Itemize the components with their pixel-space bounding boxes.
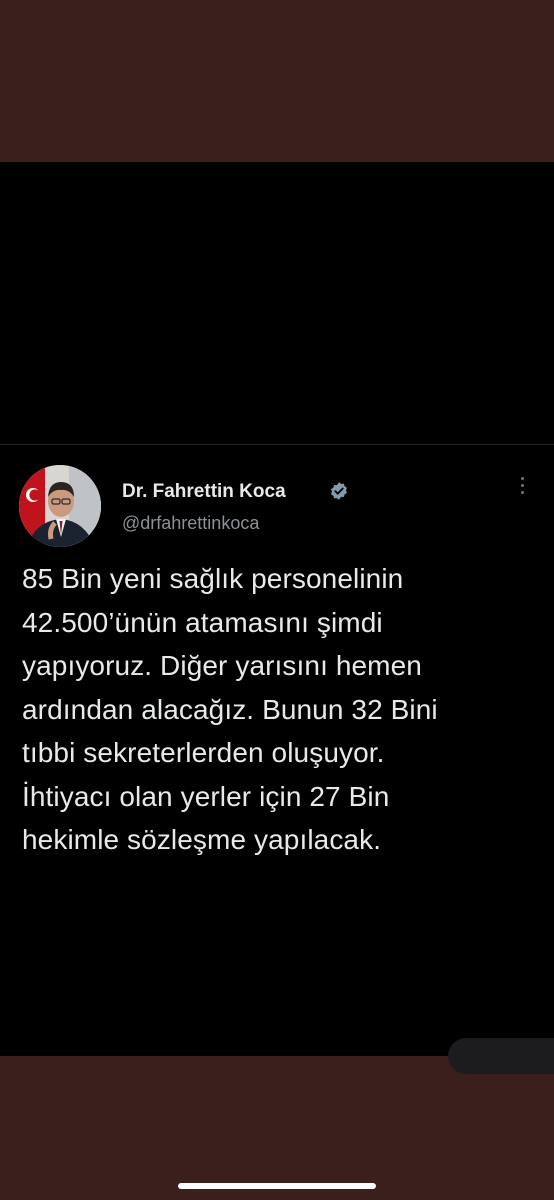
tweet-text-line: 42.500’ünün atamasını şimdi	[22, 606, 383, 638]
home-indicator[interactable]	[178, 1183, 376, 1189]
tweet-text-line: ardından alacağız. Bunun 32 Bini	[22, 693, 438, 725]
author-avatar[interactable]	[19, 465, 101, 547]
author-display-name[interactable]: Dr. Fahrettin Koca	[122, 481, 286, 503]
tweet-text-line: İhtiyacı olan yerler için 27 Bin	[22, 780, 390, 812]
tweet-screenshot: Dr. Fahrettin Koca @drfahrettinkoca 85 B…	[0, 162, 554, 1056]
tweet-text: 85 Bin yeni sağlık personelinin 42.500’ü…	[22, 557, 542, 862]
tweet-text-line: tıbbi sekreterlerden oluşuyor.	[22, 737, 385, 768]
tweet-text-line: yapıyoruz. Diğer yarısını hemen	[22, 650, 422, 681]
verified-badge-icon	[331, 482, 347, 500]
tweet-text-line: 85 Bin yeni sağlık personelinin	[22, 563, 404, 594]
profile-photo-icon	[19, 465, 101, 547]
more-vertical-icon[interactable]	[514, 477, 530, 501]
bottom-border-band	[0, 1056, 554, 1200]
author-handle[interactable]: @drfahrettinkoca	[122, 513, 259, 534]
top-border-band	[0, 0, 554, 162]
divider-line	[0, 444, 554, 445]
tweet-text-line: hekimle sözleşme yapılacak.	[22, 824, 382, 855]
floating-action-button[interactable]	[448, 1038, 554, 1074]
